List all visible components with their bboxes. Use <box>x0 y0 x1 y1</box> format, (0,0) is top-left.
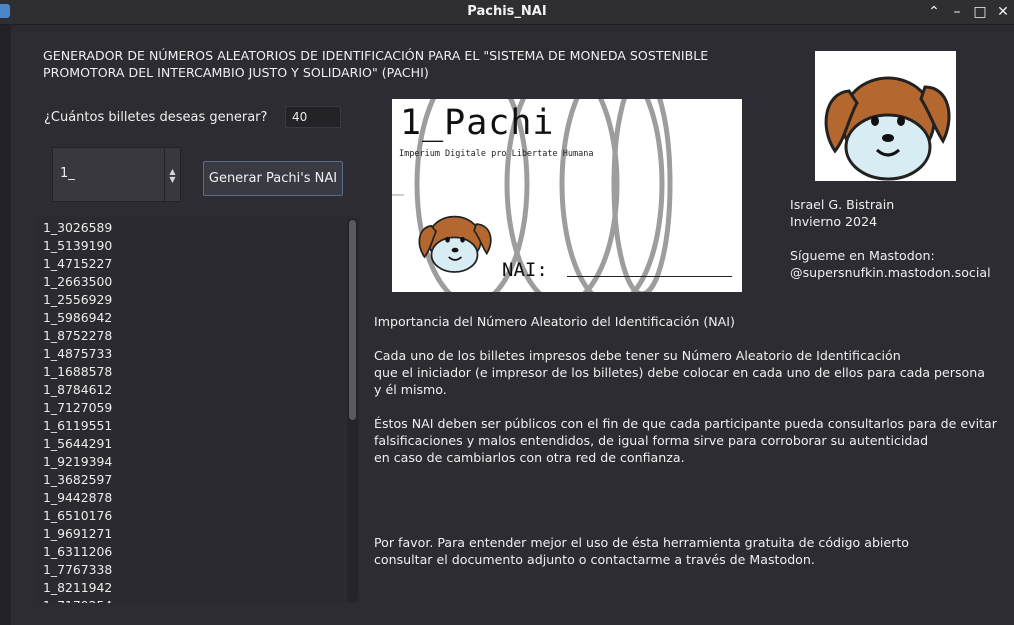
author-info: Israel G. Bistrain Invierno 2024 Sígueme… <box>790 196 991 281</box>
list-scrollbar[interactable] <box>347 218 358 603</box>
info-paragraph-3: Por favor. Para entender mejor el uso de… <box>374 534 909 568</box>
minimize-icon[interactable]: – <box>947 2 967 22</box>
list-item[interactable]: 1_3682597 <box>43 471 112 489</box>
list-item[interactable]: 1_9691271 <box>43 525 112 543</box>
list-item[interactable]: 1_5644291 <box>43 435 112 453</box>
info-paragraph-2: Éstos NAI deben ser públicos con el fin … <box>374 415 997 466</box>
window-left-frame <box>0 25 11 625</box>
list-item[interactable]: 1_4715227 <box>43 255 112 273</box>
list-item[interactable]: 1_8784612 <box>43 381 112 399</box>
nai-list-items: 1_3026589 1_5139190 1_4715227 1_2663500 1_25… <box>43 219 112 603</box>
list-item[interactable]: 1_1688578 <box>43 363 112 381</box>
window-title: Pachis_NAI <box>467 4 547 19</box>
list-item[interactable]: 1_7767338 <box>43 561 112 579</box>
list-item[interactable]: 1_4875733 <box>43 345 112 363</box>
list-item[interactable]: 1_5139190 <box>43 237 112 255</box>
generate-button[interactable]: Generar Pachi's NAI <box>203 161 343 196</box>
info-p1-line-3: y él mismo. <box>374 382 447 397</box>
prefix-value: 1_ <box>60 166 75 181</box>
window-titlebar: Pachis_NAI ⌃ – □ ✕ <box>0 0 1014 25</box>
page-title-line-2: PROMOTORA DEL INTERCAMBIO JUSTO Y SOLIDA… <box>43 65 429 80</box>
mastodon-handle: @supersnufkin.mastodon.social <box>790 265 991 280</box>
bill-nai-line <box>567 276 732 277</box>
list-item[interactable]: 1_9442878 <box>43 489 112 507</box>
mastodon-follow-label: Sígueme en Mastodon: <box>790 248 935 263</box>
author-avatar <box>815 51 956 181</box>
info-paragraph-1: Cada uno de los billetes impresos debe t… <box>374 347 985 398</box>
info-p2-line-2: falsificaciones y malos entendidos, de i… <box>374 433 929 448</box>
list-item[interactable]: 1_6510176 <box>43 507 112 525</box>
prefix-selector[interactable]: 1_ ▲ ▼ <box>52 147 181 202</box>
page-title-line-1: GENERADOR DE NÚMEROS ALEATORIOS DE IDENT… <box>43 48 709 63</box>
author-season: Invierno 2024 <box>790 214 878 229</box>
count-label: ¿Cuántos billetes deseas generar? <box>44 110 268 125</box>
nai-list[interactable]: 1_3026589 1_5139190 1_4715227 1_2663500 1_25… <box>36 216 360 603</box>
bill-preview: 1_Pachi Imperium Digitale pro Libertate … <box>392 99 742 292</box>
list-item[interactable]: 1_2663500 <box>43 273 112 291</box>
list-item[interactable]: 1_7127059 <box>43 399 112 417</box>
info-p3-line-1: Por favor. Para entender mejor el uso de… <box>374 535 909 550</box>
list-item[interactable]: 1_8752278 <box>43 327 112 345</box>
list-item[interactable]: 1_9219394 <box>43 453 112 471</box>
list-item[interactable]: 1_5986942 <box>43 309 112 327</box>
count-input[interactable]: 40 <box>285 106 341 128</box>
bill-nai-label: NAI: <box>502 259 548 281</box>
dog-logo-large-icon <box>824 76 951 181</box>
author-name: Israel G. Bistrain <box>790 197 895 212</box>
bill-subtitle: Imperium Digitale pro Libertate Humana <box>399 149 594 159</box>
list-item[interactable]: 1_2556929 <box>43 291 112 309</box>
info-p1-line-2: que el iniciador (e impresor de los bill… <box>374 365 985 380</box>
dog-logo-small-icon <box>418 215 492 273</box>
page-title: GENERADOR DE NÚMEROS ALEATORIOS DE IDENT… <box>43 47 763 81</box>
scrollbar-thumb[interactable] <box>349 220 356 420</box>
collapse-icon[interactable]: ⌃ <box>924 2 944 22</box>
info-p2-line-1: Éstos NAI deben ser públicos con el fin … <box>374 416 997 431</box>
list-item[interactable]: 1_3026589 <box>43 219 112 237</box>
spinner-arrows-icon[interactable]: ▲ ▼ <box>164 148 180 201</box>
list-item[interactable]: 1_7179254 <box>43 597 112 603</box>
info-heading: Importancia del Número Aleatorio del Ide… <box>374 314 735 329</box>
info-p3-line-2: consultar el documento adjunto o contact… <box>374 552 815 567</box>
list-item[interactable]: 1_8211942 <box>43 579 112 597</box>
list-item[interactable]: 1_6311206 <box>43 543 112 561</box>
list-item[interactable]: 1_6119551 <box>43 417 112 435</box>
bill-title: 1_Pachi <box>400 103 555 143</box>
maximize-icon[interactable]: □ <box>970 2 990 22</box>
info-p2-line-3: en caso de cambiarlos con otra red de co… <box>374 450 685 465</box>
close-icon[interactable]: ✕ <box>993 2 1013 22</box>
info-p1-line-1: Cada uno de los billetes impresos debe t… <box>374 348 901 363</box>
